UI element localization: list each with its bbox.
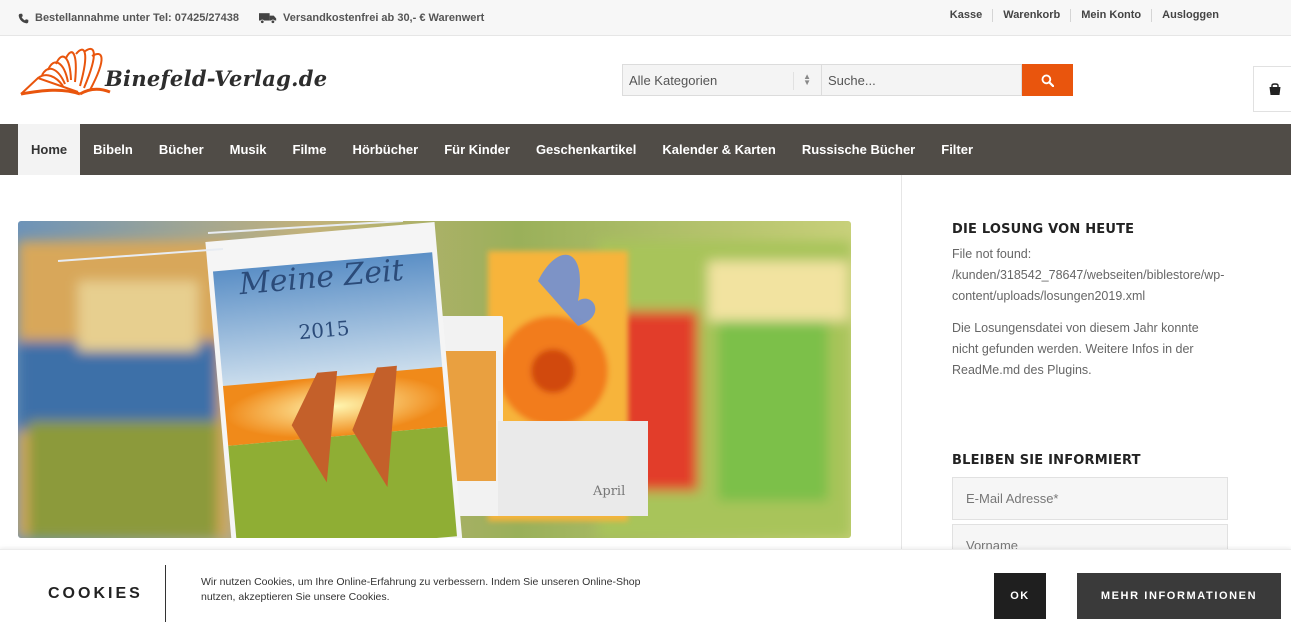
nav-item-home[interactable]: Home (18, 124, 81, 175)
shipping-text: Versandkostenfrei ab 30,- € Warenwert (283, 12, 485, 24)
site-logo[interactable]: Binefeld-Verlag.de (18, 42, 327, 102)
logo-text: Binefeld-Verlag.de (105, 66, 328, 91)
search-button[interactable] (1022, 64, 1073, 96)
cookie-banner: COOKIES Wir nutzen Cookies, um Ihre Onli… (0, 549, 1291, 624)
nav-item-fuer-kinder[interactable]: Für Kinder (431, 124, 523, 175)
search-bar: Alle Kategorien ▲ ▼ Suche... (622, 64, 1073, 96)
shopping-bag-icon (1269, 83, 1280, 95)
search-input[interactable]: Suche... (822, 64, 1022, 96)
shipping-info: Versandkostenfrei ab 30,- € Warenwert (259, 12, 484, 24)
losung-widget-title: DIE LOSUNG VON HEUTE (952, 222, 1135, 237)
main-navigation: Home Bibeln Bücher Musik Filme Hörbücher… (0, 124, 1291, 175)
nav-item-bibeln[interactable]: Bibeln (80, 124, 146, 175)
phone-text: Bestellannahme unter Tel: 07425/27438 (35, 12, 240, 24)
cookie-title: COOKIES (48, 585, 143, 602)
cookie-ok-button[interactable]: OK (994, 573, 1046, 619)
category-select-value: Alle Kategorien (629, 73, 718, 88)
nav-item-buecher[interactable]: Bücher (146, 124, 217, 175)
month-label: April (592, 484, 625, 499)
losung-error-text: File not found: /kunden/318542_78647/web… (952, 247, 1225, 303)
nav-item-filter[interactable]: Filter (928, 124, 986, 175)
hero-image-calendars[interactable]: April Meine Zeit 2015 (18, 221, 851, 538)
cookie-more-info-button[interactable]: MEHR INFORMATIONEN (1077, 573, 1281, 619)
search-icon (1041, 74, 1054, 87)
losung-info-text: Die Losungensdatei von diesem Jahr konnt… (952, 321, 1199, 377)
nav-item-hoerbuecher[interactable]: Hörbücher (339, 124, 431, 175)
nav-item-kalender-karten[interactable]: Kalender & Karten (649, 124, 788, 175)
link-checkout[interactable]: Kasse (940, 9, 992, 22)
top-bar: Bestellannahme unter Tel: 07425/27438 Ve… (0, 0, 1291, 36)
select-arrows-icon: ▲ ▼ (793, 72, 811, 90)
nav-item-geschenkartikel[interactable]: Geschenkartikel (523, 124, 649, 175)
calendar-year: 2015 (298, 316, 351, 344)
link-cart[interactable]: Warenkorb (992, 9, 1070, 22)
link-account[interactable]: Mein Konto (1070, 9, 1151, 22)
phone-icon (18, 13, 29, 23)
cookie-separator (165, 565, 166, 622)
cart-button[interactable] (1253, 66, 1291, 112)
sidebar-divider (901, 175, 902, 549)
nav-item-filme[interactable]: Filme (280, 124, 340, 175)
email-placeholder: E-Mail Adresse* (966, 491, 1059, 506)
truck-icon (259, 12, 277, 24)
calendar-display-photo: April Meine Zeit 2015 (18, 221, 851, 538)
link-logout[interactable]: Ausloggen (1151, 9, 1229, 22)
phone-info: Bestellannahme unter Tel: 07425/27438 (18, 12, 239, 24)
email-field[interactable]: E-Mail Adresse* (952, 477, 1228, 520)
search-placeholder: Suche... (828, 73, 876, 88)
account-links: Kasse Warenkorb Mein Konto Ausloggen (940, 9, 1229, 22)
nav-item-musik[interactable]: Musik (217, 124, 280, 175)
nav-item-russische-buecher[interactable]: Russische Bücher (789, 124, 928, 175)
category-select[interactable]: Alle Kategorien ▲ ▼ (622, 64, 822, 96)
newsletter-widget-title: BLEIBEN SIE INFORMIERT (952, 453, 1141, 468)
cookie-text: Wir nutzen Cookies, um Ihre Online-Erfah… (201, 576, 641, 603)
